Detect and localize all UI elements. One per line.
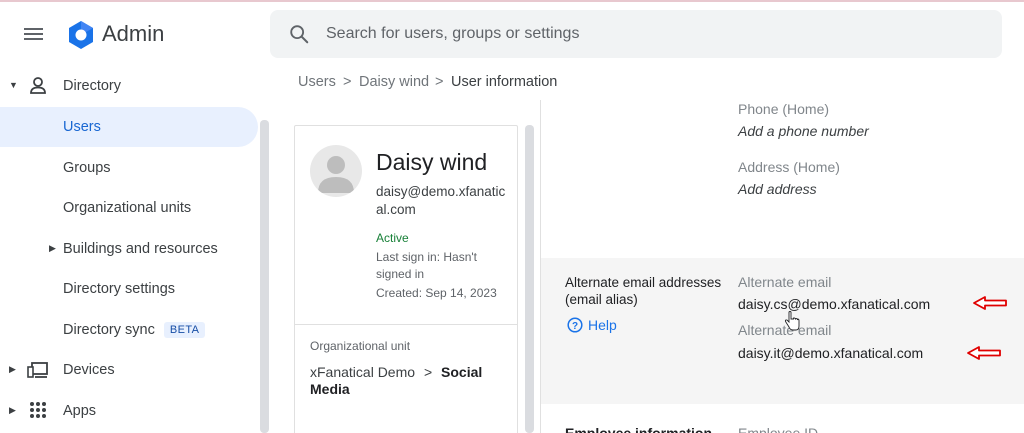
chevron-right-icon: ▶ [49,243,56,253]
card-divider [295,324,517,325]
sidebar-item-directory-sync[interactable]: Directory sync BETA [0,310,258,350]
breadcrumb-separator: > [435,74,444,90]
status-badge: Active [376,231,409,245]
help-link[interactable]: ? Help [567,317,617,333]
sidebar-item-label: Devices [63,362,115,378]
sidebar-item-label: Users [63,119,101,135]
add-phone-link[interactable]: Add a phone number [738,123,869,139]
org-unit-label: Organizational unit [310,339,411,353]
address-home-label: Address (Home) [738,159,840,175]
sidebar-item-directory[interactable]: ▼ Directory [0,66,258,106]
org-unit-path[interactable]: xFanatical Demo > Social Media [310,364,482,398]
window-top-border [0,0,1024,2]
menu-icon [24,28,43,30]
user-email: daisy@demo.xfanatical.com [376,184,506,217]
admin-logo-icon[interactable] [66,20,96,50]
sidebar-item-label: Directory [63,78,122,94]
employee-id-label: Employee ID [738,425,819,433]
user-name: Daisy wind [376,149,488,175]
app-title[interactable]: Admin [102,21,164,47]
add-address-link[interactable]: Add address [738,181,817,197]
sidebar-item-groups[interactable]: Groups [0,148,258,188]
beta-badge: BETA [163,322,206,338]
chevron-down-icon: ▼ [9,80,18,90]
annotation-arrow-icon [967,346,1001,360]
sidebar-item-devices[interactable]: ▶ Devices [0,350,258,390]
search-input[interactable] [326,22,966,46]
main-menu-button[interactable] [24,25,46,43]
sidebar-item-label: Organizational units [63,200,192,216]
user-avatar-icon [318,156,354,193]
alias-section-title: Alternate email addresses (email alias) [565,275,722,307]
svg-text:?: ? [572,321,578,332]
sidebar-item-label: Apps [63,403,97,419]
created-date: Created: Sep 14, 2023 [376,286,497,300]
person-icon [30,77,46,94]
apps-grid-icon [30,402,46,418]
last-sign-in-line1: Last sign in: Hasn't [376,250,478,264]
alias-label-1: Alternate email [738,274,832,290]
help-icon: ? [567,317,583,333]
sidebar-item-organizational-units[interactable]: Organizational units [0,188,258,228]
alias-value-2: daisy.it@demo.xfanatical.com [738,345,924,361]
sidebar-item-label: Directory sync [63,322,155,338]
sidebar-item-users[interactable]: Users [0,107,258,147]
avatar[interactable] [310,145,362,197]
breadcrumb-users-link[interactable]: Users [298,74,336,90]
phone-home-label: Phone (Home) [738,101,830,117]
sidebar-item-label: Groups [63,160,111,176]
chevron-right-icon: ▶ [9,364,16,374]
hand-cursor-icon [784,311,800,331]
org-unit-child-cont: Media [310,381,350,397]
org-unit-parent: xFanatical Demo [310,364,416,380]
breadcrumb-current: User information [451,74,558,90]
org-unit-separator: > [423,364,433,380]
employee-info-heading: Employee information [565,425,713,433]
sidebar-item-label: Buildings and resources [63,241,218,257]
devices-icon [27,362,48,378]
content-scrollbar[interactable] [525,125,534,433]
search-bar[interactable] [270,10,1002,58]
annotation-arrow-icon [973,296,1007,310]
sidebar-item-buildings-and-resources[interactable]: ▶ Buildings and resources [0,229,258,269]
org-unit-child: Social [441,364,483,380]
help-label: Help [588,317,617,333]
last-sign-in-line2: signed in [376,267,425,281]
sidebar-item-directory-settings[interactable]: Directory settings [0,269,258,309]
sidebar-item-apps[interactable]: ▶ Apps [0,391,258,431]
breadcrumb-separator: > [343,74,352,90]
chevron-right-icon: ▶ [9,405,16,415]
alias-value-1: daisy.cs@demo.xfanatical.com [738,296,931,312]
sidebar-scrollbar[interactable] [260,120,269,433]
search-icon [290,25,309,44]
sidebar-item-label: Directory settings [63,281,176,297]
breadcrumb-user-link[interactable]: Daisy wind [359,74,429,90]
